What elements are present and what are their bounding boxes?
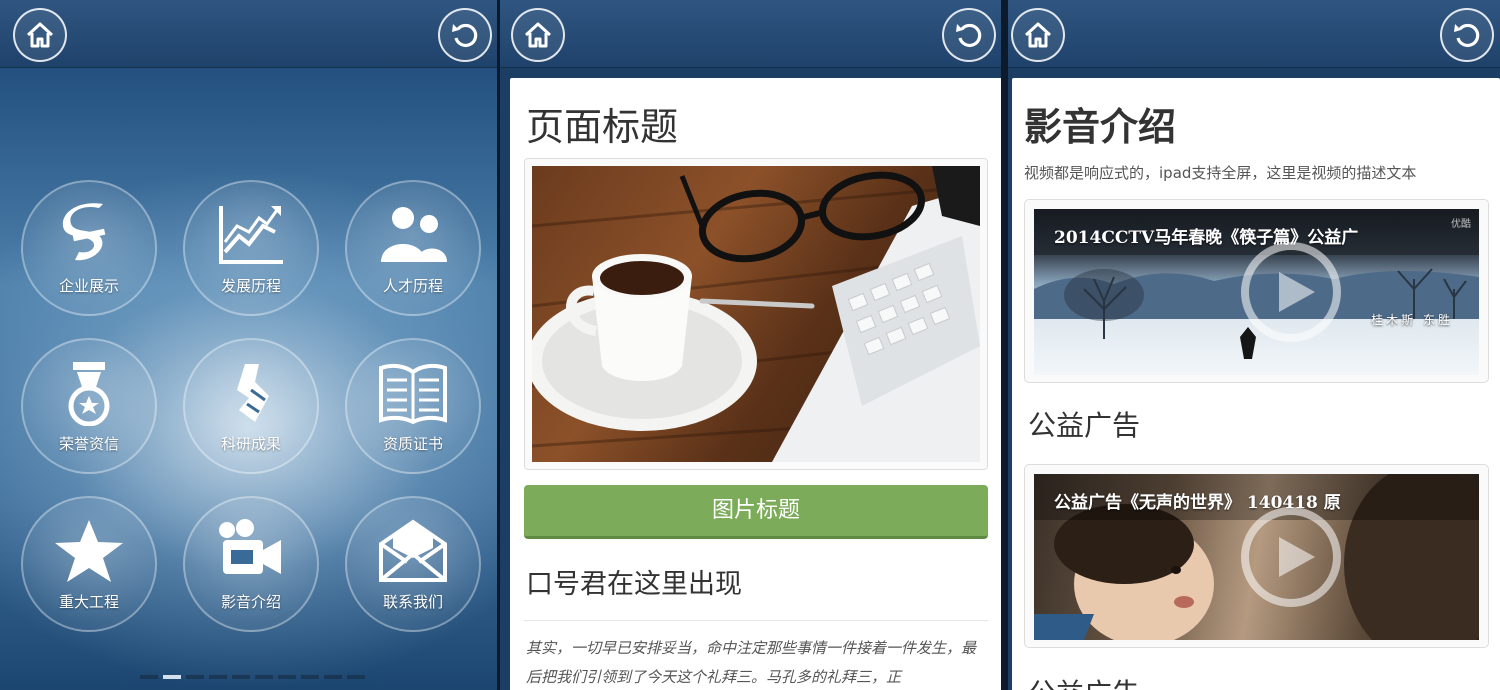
page-dot[interactable] xyxy=(347,675,365,679)
page-dot-active[interactable] xyxy=(163,675,181,679)
divider-line xyxy=(524,620,988,621)
featured-image-frame xyxy=(524,158,988,470)
tile-label: 企业展示 xyxy=(58,277,119,295)
content-card: 影音介绍 视频都是响应式的，ipad支持全屏，这里是视频的描述文本 2014CC… xyxy=(1012,78,1500,690)
home-button[interactable] xyxy=(1011,8,1065,62)
page-title: 影音介绍 xyxy=(1024,105,1177,149)
tile-talent[interactable]: 人才历程 xyxy=(345,180,481,316)
tile-label: 人才历程 xyxy=(382,277,443,295)
top-bar xyxy=(1008,0,1500,68)
envelope-icon xyxy=(379,519,447,582)
home-screen: 企业展示 发展历程 人才历程 荣誉资信 科研成果 资质证书 重大工程 影音介绍 … xyxy=(0,0,500,690)
star-icon xyxy=(55,520,123,582)
featured-image[interactable] xyxy=(532,166,980,462)
content-card: 页面标题 图片标题 口号君在这里出现 其实，一切早已安排妥当，命中注定那些事情一… xyxy=(510,78,1002,690)
section-heading: 公益广告 xyxy=(1028,409,1141,442)
video-player-1[interactable]: 2014CCTV马年春晚《筷子篇》公益广 优酷 桂木斯 东胜 xyxy=(1024,199,1489,383)
tile-certificates[interactable]: 资质证书 xyxy=(345,338,481,474)
play-button[interactable] xyxy=(1240,507,1341,607)
page-indicator xyxy=(140,675,365,679)
page-dot[interactable] xyxy=(232,675,250,679)
tile-label: 联系我们 xyxy=(382,593,443,611)
page-dot[interactable] xyxy=(209,675,227,679)
page-dot[interactable] xyxy=(186,675,204,679)
tile-label: 发展历程 xyxy=(220,277,281,295)
top-bar xyxy=(500,0,1008,68)
medal-icon xyxy=(68,362,110,426)
coffee-laptop-photo xyxy=(532,166,980,462)
section-heading: 公益广告 xyxy=(1028,672,1140,690)
play-icon xyxy=(1278,537,1315,577)
people-icon xyxy=(381,207,447,262)
home-button[interactable] xyxy=(13,8,67,62)
home-icon xyxy=(1024,22,1052,48)
video-caption: 桂木斯 东胜 xyxy=(1371,313,1453,327)
play-icon xyxy=(1278,272,1315,312)
video-camera-icon xyxy=(219,519,281,574)
book-icon xyxy=(379,363,447,425)
tile-contact[interactable]: 联系我们 xyxy=(345,496,481,632)
page-description: 视频都是响应式的，ipad支持全屏，这里是视频的描述文本 xyxy=(1024,164,1417,182)
growth-chart-icon xyxy=(219,206,283,264)
play-button[interactable] xyxy=(1240,242,1341,342)
tile-video[interactable]: 影音介绍 xyxy=(183,496,319,632)
article-screen: 页面标题 图片标题 口号君在这里出现 其实，一切早已安排妥当，命中注定那些事情一… xyxy=(500,0,1008,690)
video-thumbnail[interactable]: 2014CCTV马年春晚《筷子篇》公益广 优酷 桂木斯 东胜 xyxy=(1034,209,1479,375)
page-dot[interactable] xyxy=(301,675,319,679)
video-thumbnail[interactable]: 公益广告《无声的世界》 140418 原 xyxy=(1034,474,1479,640)
image-title-button[interactable]: 图片标题 xyxy=(524,485,988,539)
tile-label: 资质证书 xyxy=(382,435,443,453)
tile-history[interactable]: 发展历程 xyxy=(183,180,319,316)
company-logo-icon xyxy=(62,203,106,261)
top-bar xyxy=(0,0,500,68)
refresh-icon xyxy=(956,23,982,48)
page-dot[interactable] xyxy=(140,675,158,679)
tile-projects[interactable]: 重大工程 xyxy=(21,496,157,632)
tile-label: 荣誉资信 xyxy=(58,435,119,453)
refresh-button[interactable] xyxy=(438,8,492,62)
tile-label: 科研成果 xyxy=(220,435,281,453)
refresh-icon xyxy=(1454,23,1480,48)
tile-company[interactable]: 企业展示 xyxy=(21,180,157,316)
refresh-button[interactable] xyxy=(1440,8,1494,62)
video-title: 2014CCTV马年春晚《筷子篇》公益广 xyxy=(1054,228,1359,248)
home-button[interactable] xyxy=(511,8,565,62)
provider-badge: 优酷 xyxy=(1451,219,1471,230)
slogan-heading: 口号君在这里出现 xyxy=(526,569,742,600)
tile-research[interactable]: 科研成果 xyxy=(183,338,319,474)
research-icon xyxy=(237,364,269,422)
page-dot[interactable] xyxy=(324,675,342,679)
home-icon xyxy=(26,22,54,48)
page-dot[interactable] xyxy=(278,675,296,679)
video-player-2[interactable]: 公益广告《无声的世界》 140418 原 xyxy=(1024,464,1489,648)
tile-label: 重大工程 xyxy=(58,593,119,611)
tile-label: 影音介绍 xyxy=(220,593,281,611)
video-screen: 影音介绍 视频都是响应式的，ipad支持全屏，这里是视频的描述文本 2014CC… xyxy=(1008,0,1500,690)
refresh-icon xyxy=(452,23,478,48)
refresh-button[interactable] xyxy=(942,8,996,62)
body-paragraph: 其实，一切早已安排妥当，命中注定那些事情一件接着一件发生，最后把我们引领到了今天… xyxy=(526,639,977,686)
page-title: 页面标题 xyxy=(526,105,679,149)
tile-honor[interactable]: 荣誉资信 xyxy=(21,338,157,474)
home-icon xyxy=(524,22,552,48)
page-dot[interactable] xyxy=(255,675,273,679)
